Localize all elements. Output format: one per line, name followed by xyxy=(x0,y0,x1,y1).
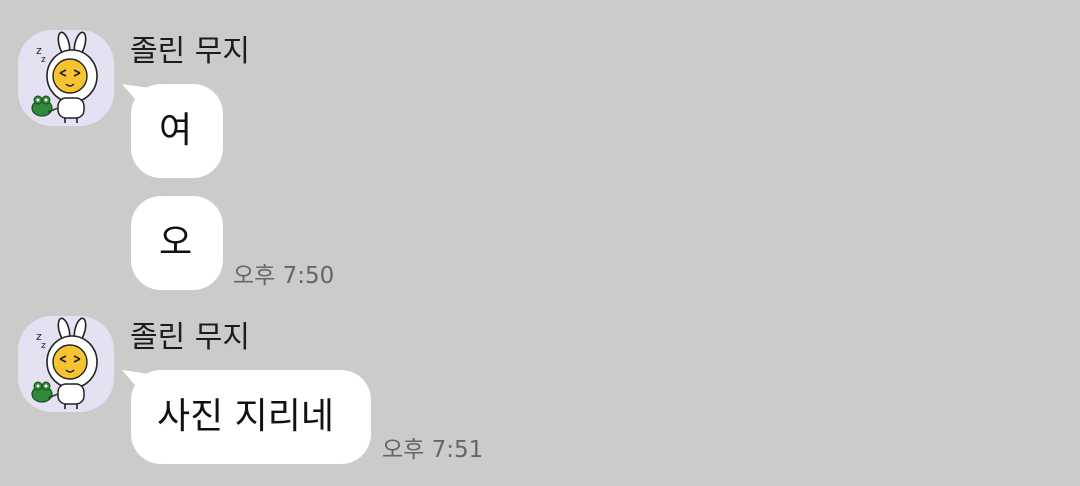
message-bubble[interactable]: 여 xyxy=(131,84,223,178)
sender-name: 졸린 무지 xyxy=(130,34,250,69)
message-timestamp: 오후 7:50 xyxy=(233,263,335,289)
message-text: 사진 지리네 xyxy=(157,396,335,437)
svg-text:z: z xyxy=(41,341,46,351)
message-bubble[interactable]: 오 xyxy=(131,196,223,290)
message-bubble[interactable]: 사진 지리네 xyxy=(131,370,371,464)
sender-name: 졸린 무지 xyxy=(130,320,250,355)
svg-text:z: z xyxy=(41,55,46,65)
sender-avatar[interactable]: z z xyxy=(18,30,114,126)
muzi-sleepy-avatar-icon: z z xyxy=(31,317,98,409)
message-text: 오 xyxy=(159,222,193,263)
message-timestamp: 오후 7:51 xyxy=(382,437,484,463)
message-text: 여 xyxy=(159,110,193,151)
muzi-sleepy-avatar-icon: z z xyxy=(31,31,98,123)
sender-avatar[interactable]: z z xyxy=(18,316,114,412)
